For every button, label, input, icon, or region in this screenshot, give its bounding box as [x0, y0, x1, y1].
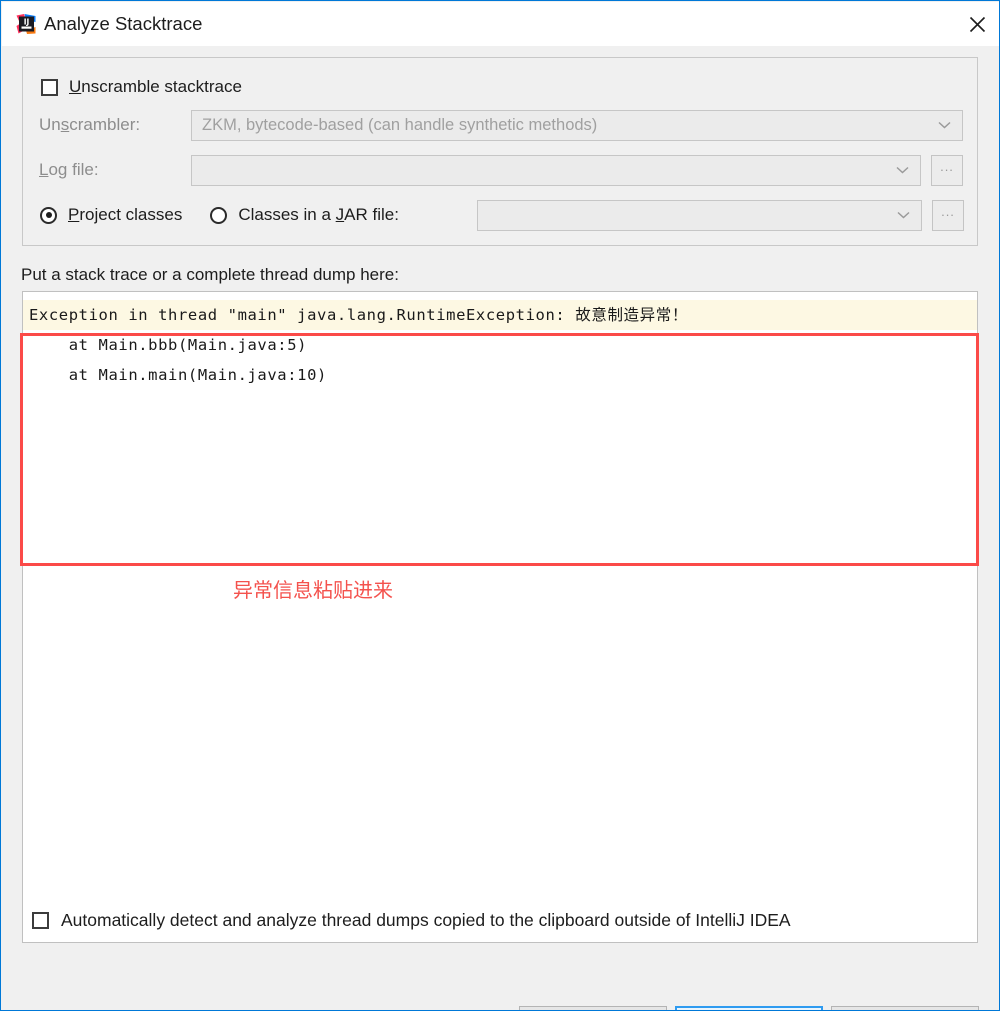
stacktrace-input-label: Put a stack trace or a complete thread d…: [21, 265, 399, 284]
project-classes-mnemonic: P: [68, 205, 80, 224]
jar-classes-label: Classes in a JAR file:: [238, 205, 399, 225]
chevron-down-icon: [938, 121, 951, 129]
jar-file-combobox[interactable]: [477, 199, 922, 231]
unscramble-mnemonic: U: [69, 77, 82, 96]
jar-label-b: AR file:: [344, 205, 399, 224]
stacktrace-line-0: Exception in thread "main" java.lang.Run…: [23, 300, 977, 330]
jar-file-browse-button[interactable]: ...: [932, 199, 964, 231]
close-icon[interactable]: [954, 2, 999, 46]
log-file-browse-button[interactable]: ...: [931, 154, 963, 186]
svg-text:IJ: IJ: [24, 18, 30, 27]
log-file-label: Log file:: [39, 160, 99, 180]
jar-classes-radio[interactable]: [210, 206, 228, 224]
dialog-content: Unscramble stacktrace Unscrambler: ZKM, …: [2, 46, 999, 1010]
intellij-idea-logo-icon: IJ: [15, 13, 37, 35]
window-title: Analyze Stacktrace: [44, 13, 203, 34]
analyze-stacktrace-dialog: IJ Analyze Stacktrace Unscramble stacktr…: [0, 0, 1000, 1011]
annotation-note-text: 异常信息粘贴进来: [233, 578, 393, 602]
textarea-top-padding: [23, 292, 977, 300]
chevron-down-icon: [897, 211, 910, 219]
title-bar: IJ Analyze Stacktrace: [2, 2, 999, 47]
unscrambler-label: Unscrambler:: [39, 115, 140, 135]
unscramble-stacktrace-checkbox-row[interactable]: Unscramble stacktrace: [41, 77, 242, 97]
project-classes-rest: roject classes: [79, 205, 183, 224]
class-source-row: Project classes Classes in a JAR file: .…: [40, 199, 964, 231]
auto-detect-label: Automatically detect and analyze thread …: [61, 910, 791, 930]
unscramble-stacktrace-label: Unscramble stacktrace: [69, 77, 242, 97]
normalize-button[interactable]: Normalize: [519, 1006, 667, 1010]
stacktrace-line-1: at Main.bbb(Main.java:5): [29, 336, 308, 354]
jar-label-a: Classes in a: [238, 205, 336, 224]
stacktrace-line-2: at Main.main(Main.java:10): [29, 366, 327, 384]
unscramble-rest: nscramble stacktrace: [81, 77, 242, 96]
unscrambler-label-a: Un: [39, 115, 61, 134]
log-file-label-rest: og file:: [48, 160, 99, 179]
project-classes-radio[interactable]: [40, 206, 57, 224]
unscrambler-label-b: crambler:: [69, 115, 141, 134]
unscrambler-value: ZKM, bytecode-based (can handle syntheti…: [202, 115, 598, 134]
unscramble-stacktrace-checkbox[interactable]: [41, 78, 58, 96]
stacktrace-textarea[interactable]: Exception in thread "main" java.lang.Run…: [22, 291, 978, 943]
log-file-row: Log file: ...: [39, 154, 963, 186]
jar-mnemonic: J: [335, 205, 345, 224]
chevron-down-icon: [896, 166, 909, 174]
unscrambler-combobox[interactable]: ZKM, bytecode-based (can handle syntheti…: [191, 109, 963, 141]
project-classes-label: Project classes: [68, 205, 182, 225]
auto-detect-checkbox-row[interactable]: Automatically detect and analyze thread …: [32, 910, 791, 931]
ok-button[interactable]: OK: [675, 1006, 823, 1010]
cancel-button[interactable]: Cancel: [831, 1006, 979, 1010]
log-file-combobox[interactable]: [191, 154, 921, 186]
unscrambler-mnemonic: s: [60, 115, 70, 134]
unscramble-options-panel: Unscramble stacktrace Unscrambler: ZKM, …: [22, 57, 978, 246]
unscrambler-row: Unscrambler: ZKM, bytecode-based (can ha…: [39, 109, 963, 141]
auto-detect-checkbox[interactable]: [32, 912, 49, 929]
